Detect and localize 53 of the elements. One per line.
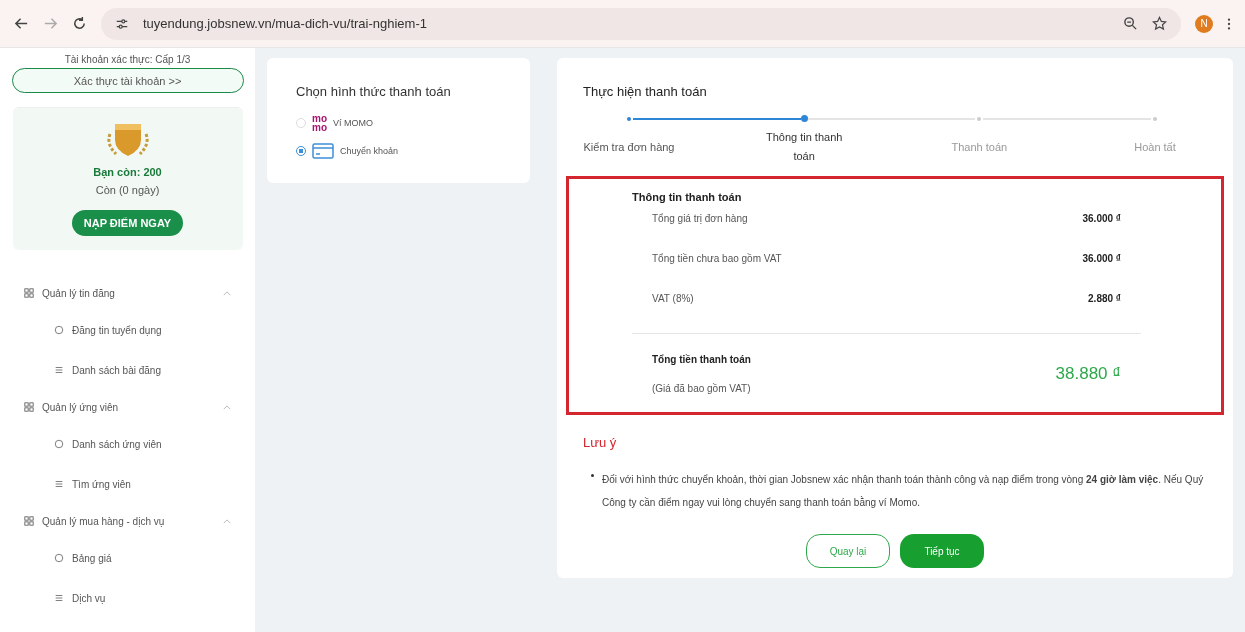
site-settings-icon[interactable] [115, 16, 129, 31]
step-label[interactable]: Kiểm tra đơn hàng [581, 137, 677, 157]
summary-value: 36.000 ₫ [1082, 253, 1121, 264]
summary-title: Thông tin thanh toán [632, 191, 743, 203]
checkout-title: Thực hiện thanh toán [583, 84, 708, 99]
points-balance: Bạn còn: 200 [93, 166, 162, 178]
menu-item[interactable]: Đăng tin tuyển dụng [72, 324, 162, 336]
menu-group[interactable]: Quản lý ứng viên [42, 401, 215, 413]
step-label[interactable]: Thông tin thanh toán [756, 128, 853, 166]
url-text: tuyendung.jobsnew.vn/mua-dich-vu/trai-nghiem-1 [143, 16, 427, 31]
address-bar[interactable]: tuyendung.jobsnew.vn/mua-dich-vu/trai-nghiem-1 [101, 7, 1181, 40]
menu-item-icon [54, 439, 64, 449]
menu-item-icon [54, 479, 64, 489]
summary-label: Tổng tiền chưa bao gồm VAT [652, 253, 782, 264]
menu-group[interactable]: Quản lý mua hàng - dịch vụ [42, 515, 215, 527]
menu-item[interactable]: Danh sách bài đăng [72, 364, 161, 376]
menu-item-icon [54, 325, 64, 335]
menu-group[interactable]: Quản lý tin đăng [42, 287, 215, 299]
summary-label: VAT (8%) [652, 293, 694, 304]
zoom-out-icon[interactable] [1123, 16, 1138, 31]
total-note: (Giá đã bao gồm VAT) [652, 383, 751, 394]
menu-item[interactable]: Danh sách ứng viên [72, 438, 162, 450]
card-icon [312, 143, 334, 159]
back-icon[interactable] [14, 16, 29, 31]
menu-item-icon [54, 593, 64, 603]
grid-icon [24, 288, 34, 298]
momo-logo: mo mo [312, 114, 327, 132]
summary-value: 2.880 ₫ [1088, 293, 1121, 304]
menu-item[interactable]: Dịch vụ [72, 592, 106, 604]
reload-icon[interactable] [72, 16, 87, 31]
bullet-icon [591, 474, 594, 477]
star-icon[interactable] [1152, 16, 1167, 31]
grid-icon [24, 516, 34, 526]
days-remaining: Còn (0 ngày) [95, 184, 160, 196]
summary-label: Tổng giá trị đơn hàng [652, 213, 748, 224]
card-title: Chọn hình thức thanh toán [296, 84, 452, 99]
verify-account-button[interactable]: Xác thực tài khoản >> [11, 68, 244, 93]
grid-icon [24, 402, 34, 412]
total-label: Tổng tiền thanh toán [652, 354, 751, 365]
verification-level: Tài khoản xác thực: Cấp 1/3 [64, 54, 191, 65]
menu-item-icon [54, 553, 64, 563]
payment-option-label: Chuyển khoản [340, 146, 399, 156]
menu-item[interactable]: Bảng giá [72, 552, 112, 564]
note-text: Đối với hình thức chuyển khoản, thời gian Jobsnew xác nhận thanh toán thành công và nạp điểm trong vòng 24 giờ làm việc. Nếu Quý Công ty cần điểm ngay vui lòng chuyển sang thanh toán bằng ví Momo. [602, 473, 1205, 510]
menu-item[interactable]: Tìm ứng viên [72, 478, 131, 490]
top-up-button[interactable]: NẠP ĐIỂM NGAY [71, 210, 184, 236]
summary-value: 36.000 ₫ [1082, 213, 1121, 224]
total-amount: 38.880 ₫ [1055, 364, 1121, 384]
payment-option-label: Ví MOMO [333, 118, 373, 128]
menu-item-icon [54, 365, 64, 375]
radio-button[interactable] [296, 146, 306, 156]
menu-icon[interactable] [1227, 16, 1231, 31]
note-title: Lưu ý [583, 435, 618, 450]
